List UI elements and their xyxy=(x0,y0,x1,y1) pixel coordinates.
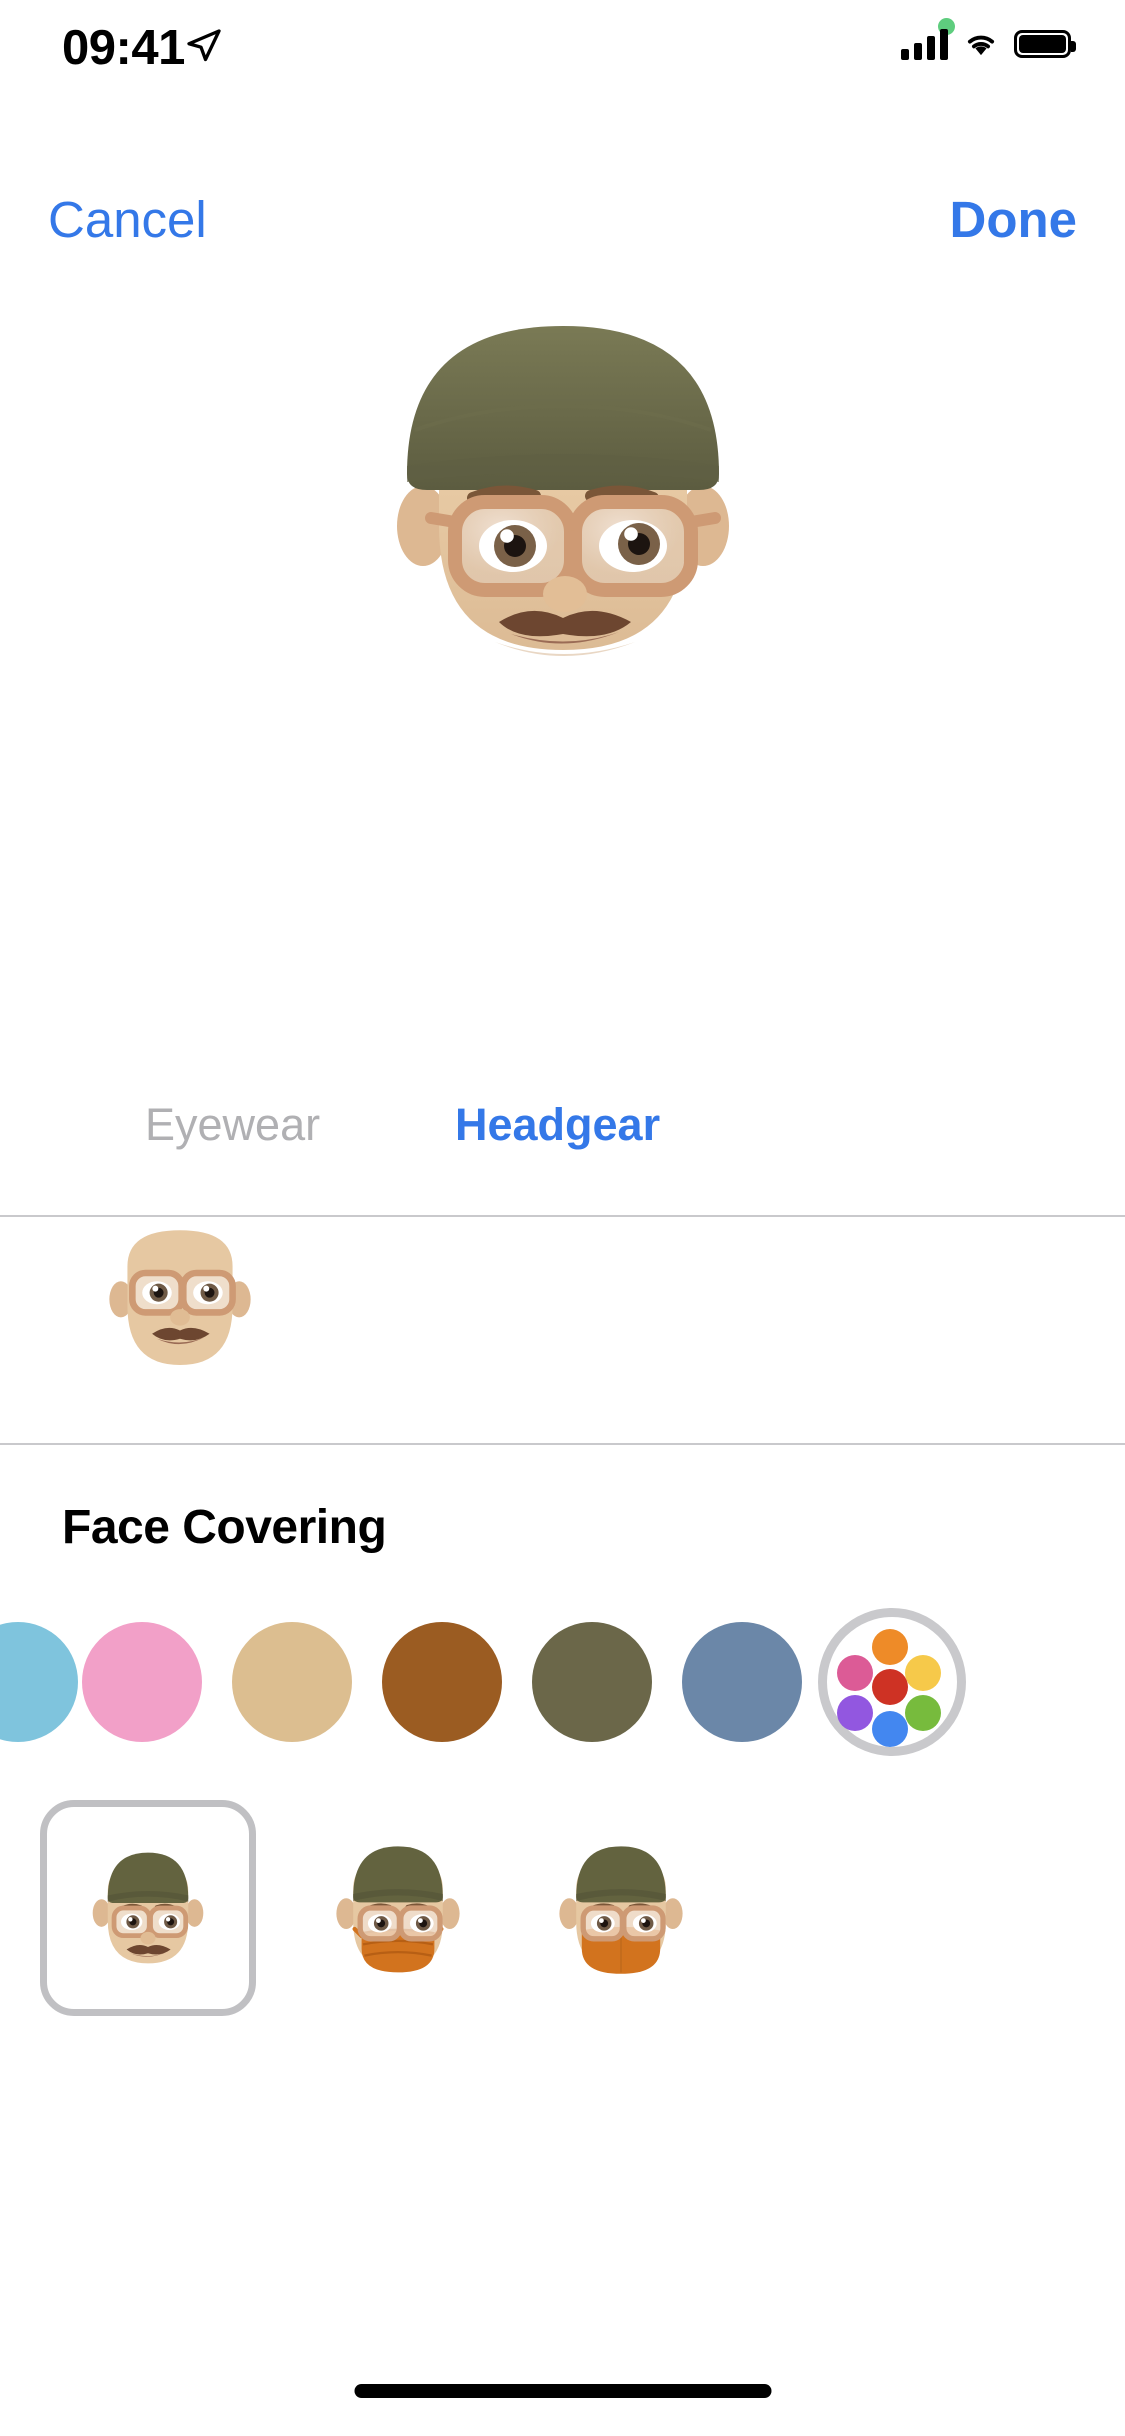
wifi-icon xyxy=(967,35,995,56)
swatch-pink[interactable] xyxy=(82,1622,202,1742)
battery-full-icon xyxy=(1014,30,1076,58)
status-bar: 09:41 xyxy=(0,0,1125,132)
dot-purple xyxy=(837,1695,873,1731)
status-bar-indicators xyxy=(901,28,1076,60)
face-covering-option-row xyxy=(0,1800,1125,2200)
eyewear-option-art xyxy=(109,1230,251,1365)
memoji-editor-screen: 09:41 Cancel Done Eyewear Headgear Face … xyxy=(0,0,1125,2436)
home-indicator[interactable] xyxy=(354,2384,771,2398)
category-tab-bar: Eyewear Headgear xyxy=(0,1080,1125,1170)
dot-blue xyxy=(872,1711,908,1747)
swatch-brown[interactable] xyxy=(382,1622,502,1742)
page-title: Face Covering xyxy=(62,1501,387,1554)
face-covering-smooth-mask[interactable] xyxy=(513,1800,729,2016)
swatch-light-blue[interactable] xyxy=(0,1622,78,1742)
dot-green xyxy=(905,1695,941,1731)
dot-orange xyxy=(872,1629,908,1665)
face-covering-none-art xyxy=(92,1852,204,1964)
dot-yellow xyxy=(905,1655,941,1691)
memoji-preview-art xyxy=(396,326,729,656)
face-covering-smooth-mask-art xyxy=(559,1846,683,1974)
custom-color-picker[interactable] xyxy=(818,1608,966,1756)
swatch-tan[interactable] xyxy=(232,1622,352,1742)
color-swatch-row xyxy=(0,1608,1125,1758)
navigation-bar: Cancel Done xyxy=(0,160,1125,280)
location-arrow-icon xyxy=(187,29,221,62)
dot-red xyxy=(872,1669,908,1705)
tab-headgear[interactable]: Headgear xyxy=(455,1080,660,1170)
divider-bottom xyxy=(0,1443,1125,1445)
face-covering-pleated-mask-art xyxy=(336,1846,460,1973)
done-button[interactable]: Done xyxy=(950,160,1078,280)
cellular-signal-icon xyxy=(901,28,948,60)
memoji-preview[interactable] xyxy=(0,290,1125,710)
divider-top xyxy=(0,1215,1125,1217)
swatch-slate-blue[interactable] xyxy=(682,1622,802,1742)
face-covering-none[interactable] xyxy=(40,1800,256,2016)
face-covering-pleated-mask[interactable] xyxy=(290,1800,506,2016)
swatch-olive[interactable] xyxy=(532,1622,652,1742)
eyewear-option-row xyxy=(0,1219,1125,1441)
tab-eyewear[interactable]: Eyewear xyxy=(145,1080,320,1170)
dot-pink xyxy=(837,1655,873,1691)
cancel-button[interactable]: Cancel xyxy=(48,160,207,280)
eyewear-option-glasses[interactable] xyxy=(65,1219,295,1411)
status-bar-time: 09:41 xyxy=(62,21,185,75)
